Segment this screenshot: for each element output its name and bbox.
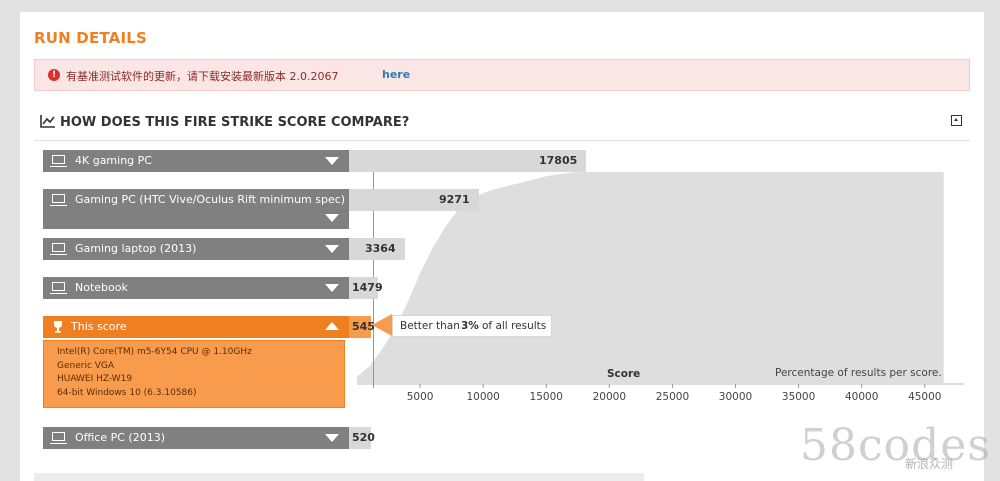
better-suffix: of all results <box>482 320 547 332</box>
x-tick-label: 25000 <box>655 391 690 403</box>
row-label-gaming-laptop[interactable]: Gaming laptop (2013) <box>43 238 349 260</box>
score-value-gaming-laptop: 3364 <box>365 242 396 255</box>
better-prefix: Better than <box>400 320 460 332</box>
detail-cpu: Intel(R) Core(TM) m5-6Y54 CPU @ 1.10GHz <box>57 347 252 357</box>
x-tick-label: 35000 <box>781 391 816 403</box>
this-score-details: Intel(R) Core(TM) m5-6Y54 CPU @ 1.10GHz … <box>43 340 345 408</box>
chevron-down-icon[interactable] <box>325 214 339 222</box>
desktop-icon <box>50 194 67 206</box>
better-percent: 3% <box>461 320 479 332</box>
detail-model: HUAWEI HZ-W19 <box>57 374 133 384</box>
chevron-down-icon[interactable] <box>325 157 339 165</box>
x-tick-label: 15000 <box>529 391 563 403</box>
x-axis-title: Score <box>607 368 641 380</box>
x-tick-label: 45000 <box>908 391 942 403</box>
chevron-down-icon[interactable] <box>325 284 339 292</box>
score-value-notebook: 1479 <box>352 281 383 294</box>
row-label-text: 4K gaming PC <box>75 154 152 167</box>
x-tick-label: 30000 <box>718 391 753 403</box>
x-tick-label: 20000 <box>592 391 627 403</box>
x-tick-label: 40000 <box>844 391 879 403</box>
chevron-up-icon[interactable] <box>325 322 339 330</box>
row-label-text: Office PC (2013) <box>75 431 165 444</box>
x-tick-label: 10000 <box>466 391 500 403</box>
chart-note: Percentage of results per score. <box>775 367 942 379</box>
this-score-pointer <box>372 314 392 336</box>
row-label-text: Gaming PC (HTC Vive/Oculus Rift minimum … <box>75 193 346 206</box>
score-value-gaming-pc: 9271 <box>439 193 470 206</box>
row-label-text: Gaming laptop (2013) <box>75 242 197 255</box>
better-than-callout: Better than 3% of all results <box>392 315 552 337</box>
row-label-4k-gaming-pc[interactable]: 4K gaming PC <box>43 150 349 172</box>
x-tick-label: 5000 <box>406 391 434 403</box>
row-label-office-pc[interactable]: Office PC (2013) <box>43 427 349 449</box>
watermark: 58codes <box>800 420 991 471</box>
desktop-icon <box>50 432 67 444</box>
laptop-icon <box>50 243 67 255</box>
detail-gpu: Generic VGA <box>57 360 115 371</box>
chevron-down-icon[interactable] <box>325 434 339 442</box>
row-label-gaming-pc[interactable]: Gaming PC (HTC Vive/Oculus Rift minimum … <box>43 189 349 229</box>
row-label-notebook[interactable]: Notebook <box>43 277 349 299</box>
row-label-this-score[interactable]: This score <box>43 316 349 338</box>
desktop-icon <box>50 155 67 167</box>
laptop-icon <box>50 282 67 294</box>
next-section-bar <box>34 473 644 481</box>
score-value-4k-gaming-pc: 17805 <box>539 154 578 167</box>
detail-os: 64-bit Windows 10 (6.3.10586) <box>57 387 197 398</box>
row-label-text: This score <box>71 320 127 333</box>
trophy-icon <box>54 321 62 333</box>
watermark-small: 新浪众测 <box>905 457 954 471</box>
row-label-text: Notebook <box>75 281 128 294</box>
chevron-down-icon[interactable] <box>325 245 339 253</box>
score-value-office-pc: 520 <box>352 431 375 444</box>
